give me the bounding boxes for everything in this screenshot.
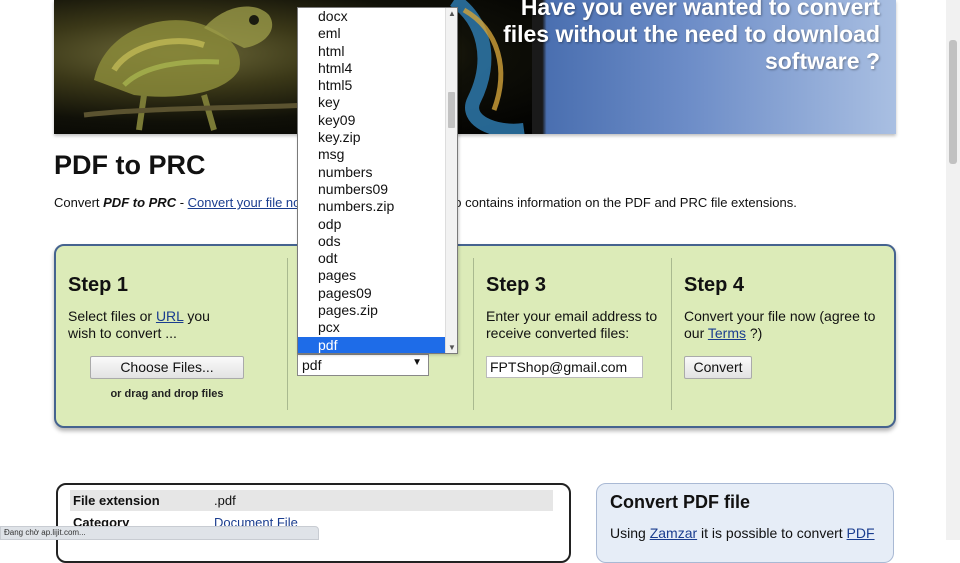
dropdown-option[interactable]: pdf	[298, 336, 446, 353]
page-scrollbar[interactable]	[946, 0, 960, 540]
dropdown-option[interactable]: pages.zip	[298, 302, 446, 319]
format-select-value: pdf	[302, 357, 322, 373]
choose-files-button[interactable]: Choose Files...	[90, 356, 244, 379]
step-divider	[671, 258, 672, 410]
banner: Have you ever wanted to convert files wi…	[54, 0, 896, 134]
intro-dash: -	[176, 195, 188, 210]
dropdown-option[interactable]: key.zip	[298, 129, 446, 146]
scroll-down-icon[interactable]: ▼	[448, 343, 456, 352]
intro-prefix: Convert	[54, 195, 104, 210]
step-1-heading: Step 1	[68, 274, 129, 296]
dropdown-option[interactable]: html4	[298, 60, 446, 77]
dropdown-option[interactable]: pcx	[298, 319, 446, 336]
url-link[interactable]: URL	[156, 308, 184, 324]
dropdown-option[interactable]: odp	[298, 216, 446, 233]
dropdown-option[interactable]: key	[298, 94, 446, 111]
convert-box-title: Convert PDF file	[610, 492, 751, 512]
scroll-up-icon[interactable]: ▲	[448, 9, 456, 18]
step-3-heading: Step 3	[486, 274, 547, 296]
intro-bold: PDF to PRC	[103, 195, 177, 210]
format-dropdown-list[interactable]: docx eml html html4 html5 key key09 key.zip msg n…	[297, 7, 458, 354]
step-3-text: Enter your email address to receive conv…	[486, 308, 658, 341]
info-key: File extension	[73, 493, 160, 508]
step-1-text: Select files or URL you wish to convert …	[68, 308, 228, 342]
step-4-heading: Step 4	[684, 274, 745, 296]
dropdown-option[interactable]: numbers.zip	[298, 198, 446, 215]
convert-info-box: Convert PDF file Using Zamzar it is poss…	[596, 483, 894, 563]
step-divider	[473, 258, 474, 410]
step-4-text: Convert your file now (agree to our Term…	[684, 308, 879, 342]
pdf-link[interactable]: PDF	[847, 525, 875, 541]
dropdown-option[interactable]: numbers	[298, 164, 446, 181]
step-divider	[287, 258, 288, 410]
banner-headline: Have you ever wanted to convert files wi…	[503, 0, 880, 74]
intro-link[interactable]: Convert your file no	[188, 195, 301, 210]
intro-suffix: age also contains information on the PDF…	[412, 195, 797, 210]
chevron-down-icon: ▼	[412, 357, 422, 368]
page-scroll-thumb[interactable]	[949, 40, 957, 164]
file-info-box: File extension .pdf Category Document Fi…	[56, 483, 571, 563]
dropdown-option[interactable]: pages	[298, 267, 446, 284]
info-row: File extension .pdf	[70, 490, 553, 511]
page-title: PDF to PRC	[54, 150, 206, 180]
terms-link[interactable]: Terms	[708, 325, 746, 341]
email-field[interactable]: FPTShop@gmail.com	[486, 356, 643, 378]
dropdown-option[interactable]: ods	[298, 233, 446, 250]
chameleon-photo	[54, 0, 532, 134]
format-select[interactable]: pdf ▼	[297, 354, 429, 376]
convert-button[interactable]: Convert	[684, 356, 752, 379]
dropdown-option[interactable]: msg	[298, 146, 446, 163]
dropdown-option[interactable]: key09	[298, 112, 446, 129]
step-3: Step 3 Enter your email address to recei…	[486, 246, 668, 426]
step-4-text-after: ?)	[746, 325, 763, 341]
step-1: Step 1 Select files or URL you wish to c…	[68, 246, 286, 426]
dropdown-option[interactable]: eml	[298, 25, 446, 42]
dropdown-option[interactable]: docx	[298, 8, 446, 25]
info-value: .pdf	[214, 493, 236, 508]
dropdown-option[interactable]: html	[298, 43, 446, 60]
convert-box-text: Using Zamzar it is possible to convert P…	[610, 525, 875, 541]
step-4: Step 4 Convert your file now (agree to o…	[684, 246, 884, 426]
steps-panel: Step 1 Select files or URL you wish to c…	[54, 244, 896, 428]
dropdown-scroll-thumb[interactable]	[448, 92, 455, 128]
zamzar-link[interactable]: Zamzar	[650, 525, 697, 541]
dropdown-option[interactable]: pages09	[298, 285, 446, 302]
convert-text-mid: it is possible to convert	[697, 525, 847, 541]
dropdown-option[interactable]: numbers09	[298, 181, 446, 198]
step-1-text-before: Select files or	[68, 308, 156, 324]
drag-drop-note: or drag and drop files	[110, 388, 224, 400]
dropdown-options: docx eml html html4 html5 key key09 key.zip msg n…	[298, 8, 446, 353]
dropdown-option[interactable]: odt	[298, 250, 446, 267]
dropdown-option[interactable]: html5	[298, 77, 446, 94]
status-bar: Đang chờ ap.lijit.com...	[0, 526, 319, 540]
dropdown-scrollbar[interactable]: ▲ ▼	[445, 8, 457, 353]
convert-text-before: Using	[610, 525, 650, 541]
